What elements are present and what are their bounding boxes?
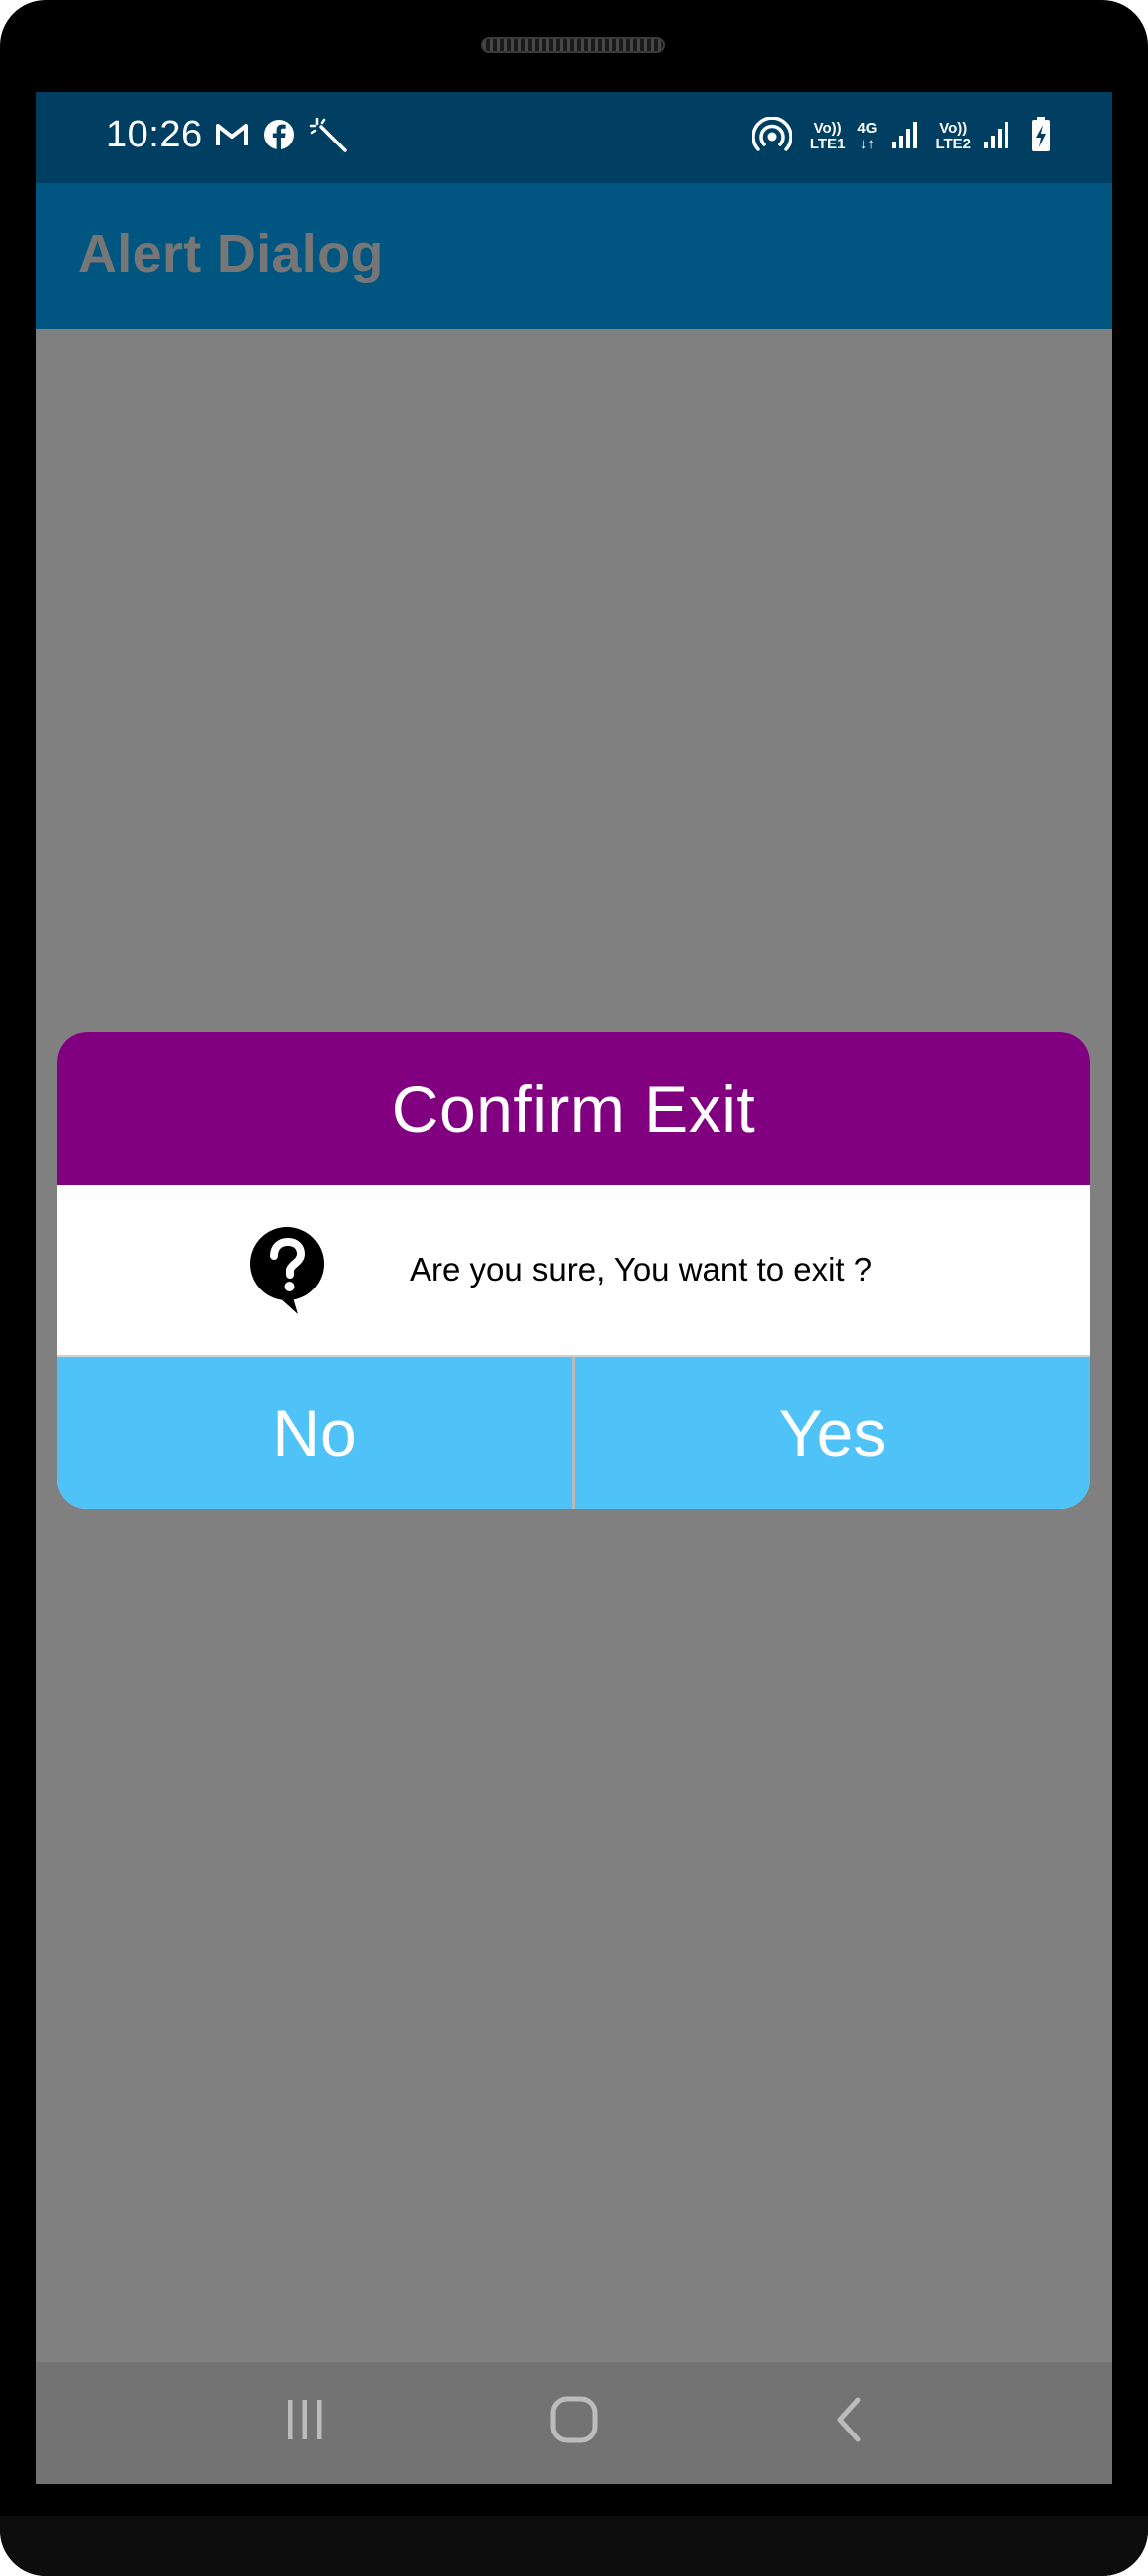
sim2-volte-label: Vo)) [939, 120, 968, 137]
signal-icon [983, 120, 1012, 154]
facebook-icon [263, 119, 295, 155]
question-bubble-icon [248, 1225, 326, 1316]
4g-data-icon: 4G ↓↑ [857, 121, 877, 152]
navigation-bar [36, 2362, 1112, 2484]
magic-wand-icon [309, 117, 349, 157]
status-bar: 10:26 Vo)) LTE1 4G ↓↑ Vo)) LTE2 [36, 92, 1112, 183]
back-icon [831, 2396, 867, 2448]
volte-lte1-icon: Vo)) LTE1 [810, 121, 846, 152]
dialog-body: Are you sure, You want to exit ? [57, 1185, 1090, 1355]
earpiece-speaker [481, 37, 665, 53]
bottom-bezel [0, 2516, 1148, 2576]
signal-icon [891, 120, 921, 154]
dialog-message: Are you sure, You want to exit ? [410, 1251, 873, 1288]
sim1-network-label: LTE1 [809, 136, 846, 152]
home-button[interactable] [534, 2387, 614, 2456]
status-time: 10:26 [106, 114, 203, 155]
notification-icons [215, 114, 349, 159]
system-status-icons: Vo)) LTE1 4G ↓↑ Vo)) LTE2 [751, 114, 1052, 159]
hotspot-icon [751, 115, 793, 157]
data-type-label: 4G [857, 120, 878, 137]
alert-dialog: Confirm Exit Are you sure, You want to e… [57, 1032, 1090, 1509]
dialog-button-bar: No Yes [57, 1355, 1090, 1509]
yes-button[interactable]: Yes [575, 1357, 1090, 1509]
dialog-header: Confirm Exit [57, 1032, 1090, 1185]
screen: 10:26 Vo)) LTE1 4G ↓↑ Vo)) LTE2 Alert Di… [36, 92, 1112, 2484]
recents-icon [282, 2397, 328, 2447]
home-icon [549, 2395, 599, 2449]
app-title: Alert Dialog [78, 224, 384, 284]
battery-charging-icon [1030, 116, 1052, 158]
gmail-icon [215, 122, 249, 152]
recents-button[interactable] [265, 2387, 345, 2456]
dialog-title: Confirm Exit [391, 1071, 756, 1146]
sim2-network-label: LTE2 [935, 136, 971, 152]
phone-frame: 10:26 Vo)) LTE1 4G ↓↑ Vo)) LTE2 Alert Di… [0, 0, 1148, 2576]
app-bar: Alert Dialog [36, 183, 1112, 329]
back-button[interactable] [809, 2387, 889, 2456]
no-button[interactable]: No [57, 1357, 572, 1509]
sim1-volte-label: Vo)) [813, 120, 842, 137]
data-activity-label: ↓↑ [859, 136, 875, 152]
volte-lte2-icon: Vo)) LTE2 [935, 121, 971, 152]
